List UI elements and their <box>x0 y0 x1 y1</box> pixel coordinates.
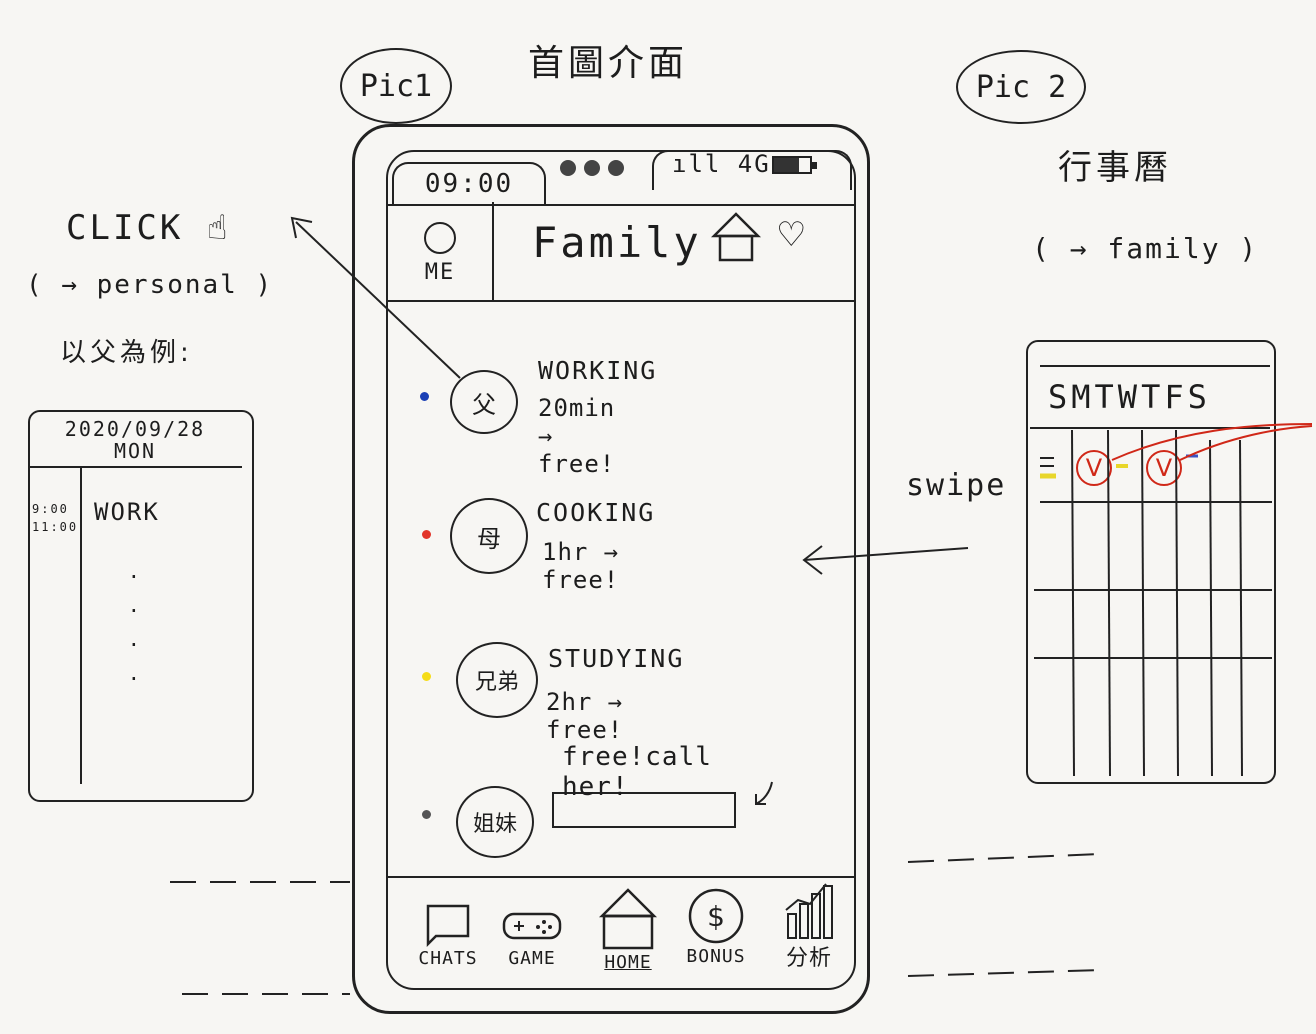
tab-analysis[interactable]: 分析 <box>774 880 844 972</box>
check-mark-1: V <box>1076 450 1112 486</box>
tab-label: GAME <box>508 948 556 969</box>
status-dot <box>422 810 431 819</box>
check-mark-text: V <box>1085 454 1103 482</box>
ellipsis-icon: · · · · <box>130 563 138 693</box>
member-free-time: 20min → free! <box>538 394 616 478</box>
pic1-text: Pic1 <box>359 68 433 104</box>
chat-bubble-icon <box>426 904 470 948</box>
personal-time-end: 11:00 <box>32 520 79 534</box>
pic2-text: Pic 2 <box>975 69 1067 105</box>
tab-bonus[interactable]: $ BONUS <box>674 884 758 967</box>
tab-chats[interactable]: CHATS <box>406 896 490 969</box>
personal-weekday: MON <box>113 439 157 463</box>
click-annotation: CLICK ☝ <box>66 208 230 248</box>
call-note: free!call her! <box>562 742 712 802</box>
status-dot <box>420 392 429 401</box>
check-mark-2: V <box>1146 450 1182 486</box>
dollar-coin-icon: $ <box>688 888 744 944</box>
tab-home[interactable]: HOME <box>588 886 668 973</box>
tab-bar-divider <box>388 876 854 878</box>
tab-label: BONUS <box>686 946 746 967</box>
example-text: 以父為例: <box>60 338 193 368</box>
avatar-brothers[interactable]: 兄弟 <box>456 642 538 718</box>
status-time: 09:00 <box>392 162 546 204</box>
tab-label: HOME <box>604 952 652 973</box>
avatar-sisters[interactable]: 姐妹 <box>456 786 534 858</box>
battery-icon <box>772 156 817 174</box>
personal-date: 2020/09/28 <box>64 417 206 441</box>
personal-header-divider <box>30 466 242 468</box>
personal-event: WORK <box>94 498 160 526</box>
avatar-father[interactable]: 父 <box>450 370 518 434</box>
personal-time-divider <box>80 466 82 784</box>
member-free-time: 2hr → free! <box>546 688 624 744</box>
check-mark-text: V <box>1155 454 1173 482</box>
pic2-label: Pic 2 <box>956 50 1086 124</box>
personal-time-range: 9:00 11:00 <box>32 500 78 536</box>
tab-label: 分析 <box>785 946 832 971</box>
calendar-title: 行事曆 <box>1058 148 1172 188</box>
status-dot <box>422 530 431 539</box>
bar-chart-icon <box>785 883 833 939</box>
avatar-mother[interactable]: 母 <box>450 498 528 574</box>
house-icon[interactable] <box>710 210 762 264</box>
tab-label: CHATS <box>418 948 478 969</box>
status-dot <box>422 672 431 681</box>
personal-date-header: 2020/09/28 MON <box>40 418 230 462</box>
pic1-label: Pic1 <box>340 48 452 124</box>
personal-schedule-mockup <box>28 410 254 802</box>
family-title: Family <box>532 218 702 267</box>
click-text: CLICK <box>66 208 184 248</box>
pointing-hand-icon: ☝ <box>206 208 231 248</box>
header-bottom-divider <box>388 300 854 302</box>
heart-icon[interactable]: ♡ <box>776 218 806 252</box>
calendar-weekdays: SMTWTFS <box>1048 378 1211 416</box>
member-status: WORKING <box>538 356 658 385</box>
personal-target-text: ( → personal ) <box>26 270 274 300</box>
profile-icon <box>424 222 456 254</box>
camera-icon <box>560 160 624 176</box>
me-button[interactable]: ME <box>404 222 476 298</box>
home-screen-title: 首圖介面 <box>528 43 689 84</box>
tab-game[interactable]: GAME <box>492 900 572 969</box>
house-icon <box>598 888 658 950</box>
member-free-time: 1hr → free! <box>542 538 620 594</box>
svg-text:$: $ <box>707 900 725 933</box>
signal-icon: ıll 4G <box>672 150 771 178</box>
header-top-divider <box>388 204 854 206</box>
calendar-target-text: ( → family ) <box>1032 232 1259 265</box>
member-status: COOKING <box>536 498 656 527</box>
gamepad-icon <box>502 912 562 940</box>
me-label: ME <box>424 260 456 285</box>
personal-time-start: 9:00 <box>32 502 69 516</box>
header-vertical-divider <box>492 202 494 302</box>
member-status: STUDYING <box>548 644 685 673</box>
swipe-annotation: swipe <box>906 468 1007 503</box>
